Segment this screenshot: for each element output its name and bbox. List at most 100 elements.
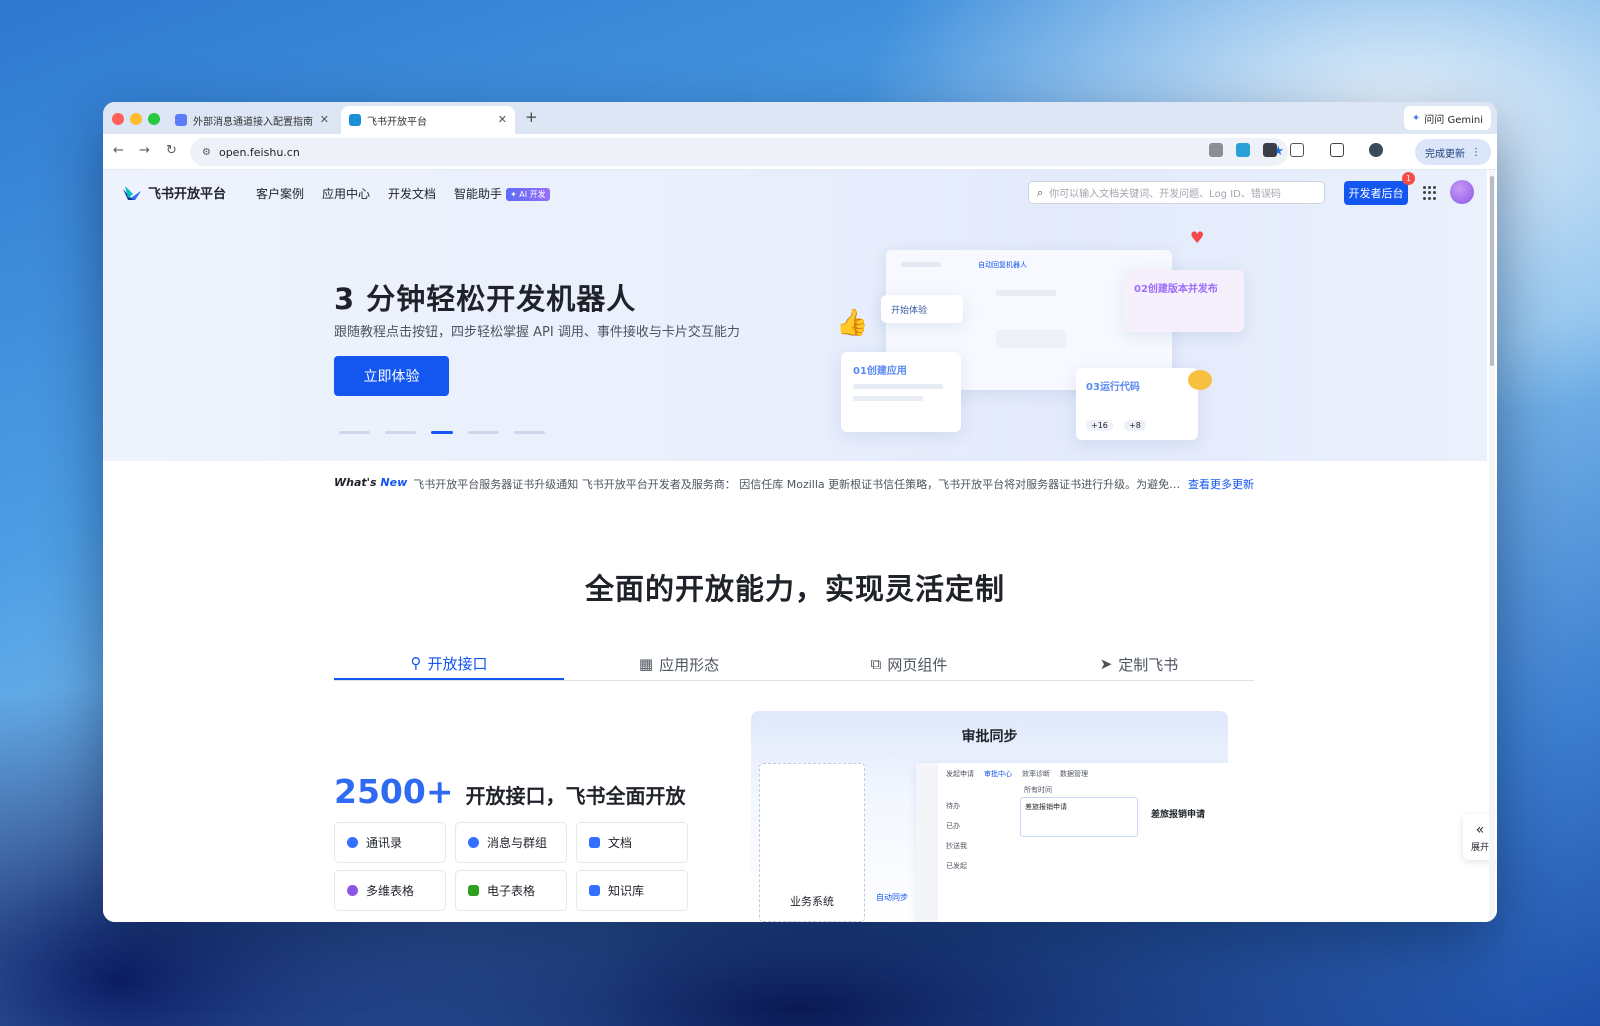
- profile-avatar-icon[interactable]: [1369, 143, 1383, 157]
- mock-tab: 效率诊断: [1022, 770, 1050, 778]
- whats-new-text[interactable]: 飞书开放平台服务器证书升级通知 飞书开放平台开发者及服务商： 因信任库 Mozi…: [413, 476, 1182, 492]
- tab-custom-feishu[interactable]: ➤ 定制飞书: [1024, 648, 1254, 680]
- start-card: 开始体验: [881, 295, 963, 323]
- gemini-label: 问问 Gemini: [1424, 114, 1483, 126]
- app-grid-icon[interactable]: [1423, 186, 1437, 200]
- carousel-indicators: [339, 431, 545, 434]
- url-omnibox[interactable]: ⚙ open.feishu.cn ★: [190, 138, 1288, 166]
- chip-label: 多维表格: [366, 884, 415, 898]
- nav-ai-assistant[interactable]: 智能助手 ✦ AI 开发: [454, 185, 550, 202]
- capability-tabs: ⚲ 开放接口 ▦ 应用形态 ⧉ 网页组件 ➤ 定制飞书: [334, 648, 1254, 681]
- mock-tab: 数据管理: [1060, 770, 1088, 778]
- tab-label: 网页组件: [887, 655, 948, 674]
- menu-kebab-icon[interactable]: ⋮: [1471, 147, 1481, 158]
- gemini-sparkle-icon: ✦: [1411, 112, 1421, 124]
- gemini-button[interactable]: ✦ 问问 Gemini: [1403, 106, 1491, 130]
- forward-arrow-icon[interactable]: →: [139, 143, 150, 158]
- chip-label: 通讯录: [366, 836, 403, 850]
- reaction-count: +8: [1124, 420, 1146, 431]
- browser-tab-2[interactable]: 飞书开放平台 ✕: [341, 106, 515, 134]
- back-arrow-icon[interactable]: ←: [113, 143, 124, 158]
- chip-sheets[interactable]: 电子表格: [455, 870, 567, 911]
- user-avatar[interactable]: [1450, 180, 1474, 204]
- reader-extension-icon[interactable]: [1263, 143, 1277, 157]
- carousel-dot[interactable]: [385, 431, 416, 434]
- contacts-icon: [347, 837, 358, 848]
- tab-label: 开放接口: [427, 654, 488, 673]
- site-logo[interactable]: 飞书开放平台: [122, 183, 226, 202]
- bot-name: 自动回复机器人: [978, 261, 1027, 269]
- start-label: 开始体验: [891, 306, 928, 316]
- feishu-favicon-icon: [349, 114, 361, 126]
- hero-subtitle: 跟随教程点击按钮，四步轻松掌握 API 调用、事件接收与卡片交互能力: [334, 325, 740, 340]
- chip-docs[interactable]: 文档: [576, 822, 688, 863]
- scrollbar-thumb[interactable]: [1490, 176, 1494, 366]
- close-window-button[interactable]: [112, 113, 124, 125]
- step2-label: 02创建版本并发布: [1134, 284, 1218, 295]
- ai-badge: ✦ AI 开发: [506, 188, 550, 201]
- tab-close-icon[interactable]: ✕: [498, 113, 507, 126]
- mock-list-item: 待办: [946, 802, 960, 810]
- carousel-dot[interactable]: [468, 431, 499, 434]
- mock-tabs: 发起申请 审批中心 效率诊断 数据管理: [946, 769, 1088, 779]
- feishu-icon: ➤: [1099, 655, 1113, 673]
- page-scrollbar[interactable]: [1489, 170, 1495, 922]
- puzzle-extensions-icon[interactable]: [1290, 143, 1304, 157]
- nav-app-center[interactable]: 应用中心: [322, 185, 370, 202]
- business-system-label: 业务系统: [790, 895, 834, 908]
- site-settings-icon[interactable]: ⚙: [202, 147, 211, 158]
- mock-tab: 审批中心: [984, 770, 1012, 778]
- chip-contacts[interactable]: 通讯录: [334, 822, 446, 863]
- chip-label: 电子表格: [487, 884, 536, 898]
- nav-dev-docs[interactable]: 开发文档: [388, 185, 436, 202]
- chip-wiki[interactable]: 知识库: [576, 870, 688, 911]
- reaction-count: +16: [1086, 420, 1113, 431]
- page-content: 飞书开放平台 客户案例 应用中心 开发文档 智能助手 ✦ AI 开发 ⌕ 你可以输…: [103, 170, 1497, 922]
- spreadsheet-icon: [468, 885, 479, 896]
- chat-bubble-icon: [468, 837, 479, 848]
- wiki-icon: [589, 885, 600, 896]
- carousel-dot[interactable]: [514, 431, 545, 434]
- browser-tab-1[interactable]: 外部消息通道接入配置指南 ✕: [167, 106, 337, 134]
- reload-icon[interactable]: ↻: [166, 143, 177, 158]
- mock-sidebar: [916, 763, 938, 922]
- chip-messages[interactable]: 消息与群组: [455, 822, 567, 863]
- step1-card: 01创建应用: [841, 352, 961, 432]
- feishu-logo-icon: [123, 185, 141, 200]
- minimize-window-button[interactable]: [130, 113, 142, 125]
- tab-close-icon[interactable]: ✕: [320, 113, 329, 126]
- update-label: 完成更新: [1425, 148, 1465, 160]
- web-component-icon: ⧉: [870, 655, 882, 673]
- carousel-dot[interactable]: [431, 431, 453, 434]
- tab-web-components[interactable]: ⧉ 网页组件: [794, 648, 1024, 680]
- developer-console-button[interactable]: 开发者后台: [1344, 181, 1408, 205]
- mock-list: 待办 已办 抄送我 已发起: [946, 801, 967, 871]
- doc-search-input[interactable]: ⌕ 你可以输入文档关键词、开发问题、Log ID、错误码: [1028, 181, 1325, 204]
- more-updates-link[interactable]: 查看更多更新: [1188, 476, 1254, 492]
- chip-bitable[interactable]: 多维表格: [334, 870, 446, 911]
- cast-icon[interactable]: [1330, 143, 1344, 157]
- update-button[interactable]: 完成更新 ⋮: [1415, 139, 1491, 165]
- hero-title: 3 分钟轻松开发机器人: [334, 282, 637, 316]
- tab-app-forms[interactable]: ▦ 应用形态: [564, 648, 794, 680]
- thumbs-up-icon: 👍: [836, 308, 869, 338]
- double-chevron-left-icon: «: [1475, 821, 1485, 838]
- maximize-window-button[interactable]: [148, 113, 160, 125]
- mock-list-item: 已发起: [946, 862, 967, 870]
- step2-card: 02创建版本并发布: [1124, 270, 1244, 332]
- try-now-button[interactable]: 立即体验: [334, 356, 449, 396]
- tab-open-api[interactable]: ⚲ 开放接口: [334, 648, 564, 680]
- new-tab-button[interactable]: +: [525, 108, 538, 126]
- tab-favicon-icon: [175, 114, 187, 126]
- step3-label: 03运行代码: [1086, 382, 1140, 393]
- browser-window: 外部消息通道接入配置指南 ✕ 飞书开放平台 ✕ + ✦ 问问 Gemini ← …: [103, 102, 1497, 922]
- translate-extension-icon[interactable]: [1236, 143, 1250, 157]
- camera-extension-icon[interactable]: [1209, 143, 1223, 157]
- carousel-dot[interactable]: [339, 431, 370, 434]
- hero-banner: 飞书开放平台 客户案例 应用中心 开发文档 智能助手 ✦ AI 开发 ⌕ 你可以输…: [103, 170, 1487, 461]
- nav-customer-cases[interactable]: 客户案例: [256, 185, 304, 202]
- whats-new-label: What's New: [334, 476, 407, 492]
- expand-label: 展开: [1470, 842, 1489, 853]
- search-icon: ⌕: [1037, 185, 1044, 199]
- api-stat: 2500+ 开放接口，飞书全面开放: [334, 772, 686, 811]
